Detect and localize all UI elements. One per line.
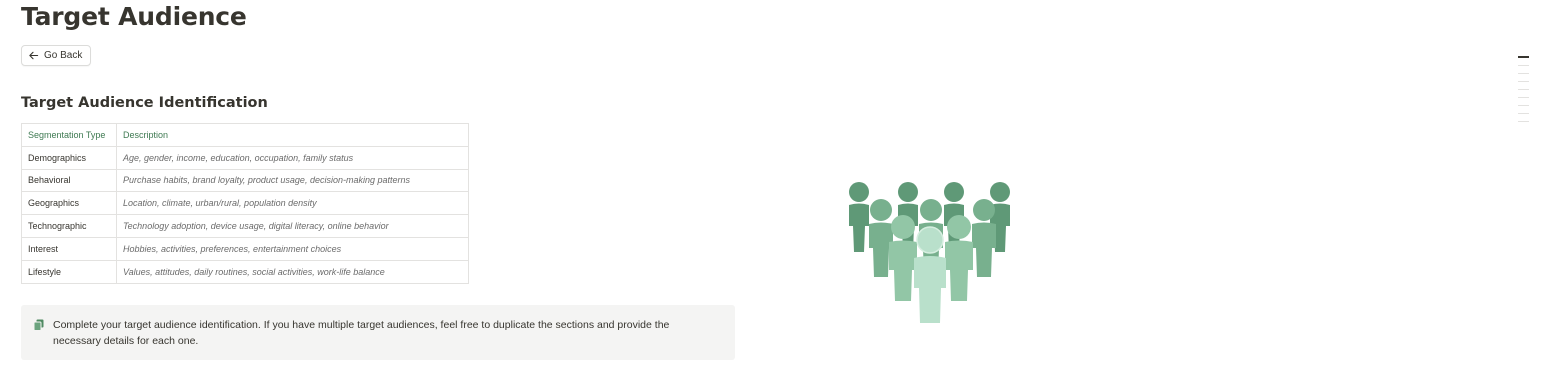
toc-line[interactable]: [1518, 73, 1529, 74]
toc-line[interactable]: [1518, 113, 1529, 114]
go-back-button[interactable]: Go Back: [21, 45, 92, 66]
segmentation-type-cell: Demographics: [21, 145, 117, 170]
toc-line[interactable]: [1518, 97, 1529, 98]
description-cell: Age, gender, income, education, occupati…: [116, 145, 469, 170]
table-row: Interest Hobbies, activities, preference…: [21, 236, 469, 261]
segmentation-type-cell: Lifestyle: [21, 259, 117, 284]
callout: Complete your target audience identifica…: [21, 305, 735, 360]
segmentation-type-cell: Behavioral: [21, 168, 117, 193]
callout-text: Complete your target audience identifica…: [53, 319, 670, 347]
page-title: Target Audience: [21, 2, 247, 31]
segmentation-table: Segmentation Type Description Demographi…: [21, 123, 469, 284]
description-cell: Location, climate, urban/rural, populati…: [116, 191, 469, 216]
copy-icon: [33, 318, 45, 360]
section-heading: Target Audience Identification: [21, 95, 268, 111]
table-row: Technographic Technology adoption, devic…: [21, 214, 469, 238]
toc-line[interactable]: [1518, 81, 1529, 82]
segmentation-type-cell: Technographic: [21, 214, 117, 238]
table-row: Lifestyle Values, attitudes, daily routi…: [21, 259, 469, 284]
column-header-description: Description: [116, 123, 469, 147]
toc-line[interactable]: [1518, 89, 1529, 90]
toc-line[interactable]: [1518, 65, 1529, 66]
description-cell: Purchase habits, brand loyalty, product …: [116, 168, 469, 193]
arrow-left-icon: [28, 50, 39, 61]
description-cell: Technology adoption, device usage, digit…: [116, 214, 469, 238]
table-row: Behavioral Purchase habits, brand loyalt…: [21, 168, 469, 193]
people-group-icon: [840, 178, 1020, 328]
description-cell: Values, attitudes, daily routines, socia…: [116, 259, 469, 284]
segmentation-type-cell: Interest: [21, 236, 117, 261]
page: Target Audience Go Back Target Audience …: [0, 0, 1546, 384]
table-of-contents-indicator[interactable]: [1518, 56, 1530, 129]
segmentation-type-cell: Geographics: [21, 191, 117, 216]
column-header-segmentation-type: Segmentation Type: [21, 123, 117, 147]
toc-line[interactable]: [1518, 105, 1529, 106]
toc-line-active[interactable]: [1518, 56, 1529, 58]
description-cell: Hobbies, activities, preferences, entert…: [116, 236, 469, 261]
table-row: Demographics Age, gender, income, educat…: [21, 145, 469, 170]
table-header-row: Segmentation Type Description: [21, 123, 469, 147]
go-back-label: Go Back: [44, 50, 83, 61]
toc-line[interactable]: [1518, 121, 1529, 122]
table-row: Geographics Location, climate, urban/rur…: [21, 191, 469, 216]
